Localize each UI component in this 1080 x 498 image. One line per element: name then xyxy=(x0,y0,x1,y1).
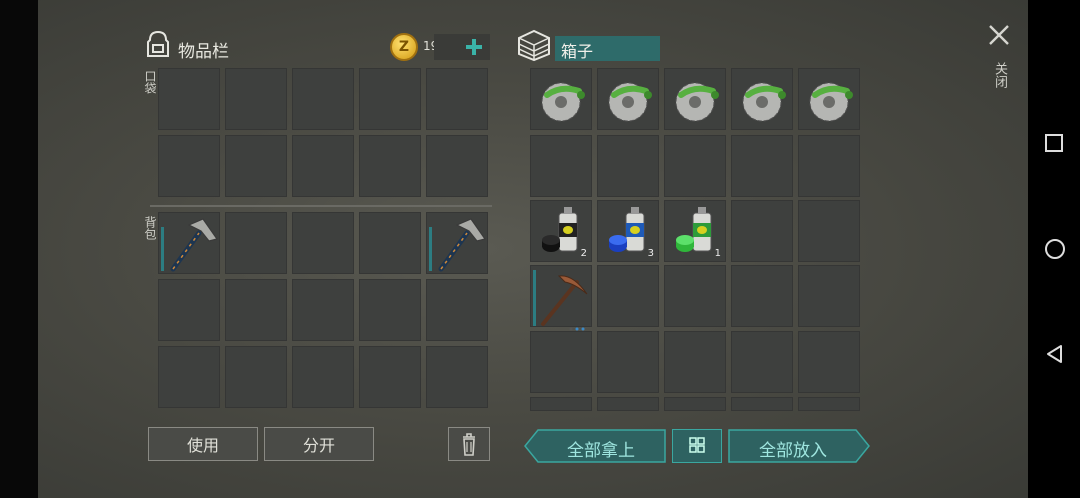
divider xyxy=(150,205,492,207)
chest-slot[interactable] xyxy=(731,135,793,197)
pocket-slot[interactable] xyxy=(292,68,354,130)
chest-slot-saw-blade[interactable] xyxy=(664,68,726,130)
chest-slot[interactable] xyxy=(597,265,659,327)
backpack-slot[interactable] xyxy=(426,279,488,341)
pocket-slot[interactable] xyxy=(158,68,220,130)
chest-slot[interactable] xyxy=(798,265,860,327)
pocket-slot[interactable] xyxy=(359,68,421,130)
coin-icon: Z xyxy=(390,33,418,61)
chest-slot[interactable] xyxy=(664,397,726,411)
close-label[interactable]: 关闭 xyxy=(990,62,1009,88)
take-all-button[interactable]: 全部拿上 xyxy=(524,429,666,463)
chest-slot[interactable] xyxy=(798,135,860,197)
pocket-slot[interactable] xyxy=(426,68,488,130)
close-icon[interactable] xyxy=(986,22,1012,48)
backpack-slot[interactable] xyxy=(359,346,421,408)
chest-slot[interactable] xyxy=(798,331,860,393)
pocket-slot[interactable] xyxy=(426,135,488,197)
grid-sort-icon[interactable] xyxy=(672,429,722,463)
chest-slot[interactable] xyxy=(597,135,659,197)
saw-blade-icon xyxy=(809,82,853,122)
chest-icon xyxy=(516,28,552,62)
chest-slot-green-paint[interactable]: 1 xyxy=(664,200,726,262)
item-count: 3 xyxy=(647,248,654,259)
pocket-slot[interactable] xyxy=(158,135,220,197)
backpack-slot[interactable] xyxy=(426,346,488,408)
chest-slot[interactable] xyxy=(664,135,726,197)
pocket-slot[interactable] xyxy=(225,135,287,197)
chest-slot[interactable] xyxy=(530,135,592,197)
backpack-slot[interactable] xyxy=(225,212,287,274)
chest-slot-saw-blade[interactable] xyxy=(530,68,592,130)
take-all-label: 全部拿上 xyxy=(567,441,635,461)
chest-slot[interactable] xyxy=(731,397,793,411)
chest-slot[interactable] xyxy=(664,265,726,327)
pocket-slot[interactable] xyxy=(225,68,287,130)
saw-blade-icon xyxy=(608,82,652,122)
hatchet-icon xyxy=(170,218,218,272)
chest-slot[interactable] xyxy=(530,331,592,393)
backpack-slot[interactable] xyxy=(225,346,287,408)
backpack-icon xyxy=(142,28,174,60)
backpack-slot[interactable] xyxy=(292,346,354,408)
backpack-slot-hatchet[interactable] xyxy=(158,212,220,274)
backpack-slot[interactable] xyxy=(292,279,354,341)
put-all-button[interactable]: 全部放入 xyxy=(728,429,870,463)
backpack-slot[interactable] xyxy=(158,279,220,341)
chest-slot[interactable] xyxy=(731,331,793,393)
trash-icon[interactable] xyxy=(448,427,490,461)
system-nav-bar xyxy=(1028,0,1080,498)
backpack-slot[interactable] xyxy=(359,212,421,274)
item-count: 1 xyxy=(714,248,721,259)
saw-blade-icon xyxy=(675,82,719,122)
backpack-slot[interactable] xyxy=(359,279,421,341)
backpack-slot[interactable] xyxy=(225,279,287,341)
circle-nav-icon[interactable] xyxy=(1044,238,1066,264)
chest-slot-saw-blade[interactable] xyxy=(798,68,860,130)
back-triangle-nav-icon[interactable] xyxy=(1044,343,1066,369)
chest-slot[interactable] xyxy=(798,397,860,411)
chest-slot[interactable] xyxy=(731,265,793,327)
backpack-label: 背包 xyxy=(143,216,157,240)
chest-slot[interactable] xyxy=(664,331,726,393)
ammo-dots xyxy=(569,316,585,331)
chest-slot[interactable] xyxy=(798,200,860,262)
chest-title-field[interactable]: 箱子 xyxy=(555,36,660,61)
pocket-slot[interactable] xyxy=(292,135,354,197)
split-button[interactable]: 分开 xyxy=(264,427,374,461)
add-coins-plus-icon[interactable] xyxy=(434,34,490,60)
item-count: 2 xyxy=(580,248,587,259)
chest-slot-blue-paint[interactable]: 3 xyxy=(597,200,659,262)
use-button[interactable]: 使用 xyxy=(148,427,258,461)
chest-slot-pickaxe[interactable] xyxy=(530,265,592,331)
chest-title: 箱子 xyxy=(561,42,594,61)
put-all-label: 全部放入 xyxy=(759,441,827,461)
chest-slot[interactable] xyxy=(731,200,793,262)
left-bezel xyxy=(0,0,38,498)
hatchet-icon xyxy=(438,218,486,272)
chest-slot[interactable] xyxy=(530,397,592,411)
pocket-slot[interactable] xyxy=(359,135,421,197)
inventory-title: 物品栏 xyxy=(178,42,229,62)
saw-blade-icon xyxy=(541,82,585,122)
backpack-slot-hatchet[interactable] xyxy=(426,212,488,274)
pocket-label: 口袋 xyxy=(143,70,157,94)
saw-blade-icon xyxy=(742,82,786,122)
backpack-slot[interactable] xyxy=(158,346,220,408)
square-nav-icon[interactable] xyxy=(1044,133,1064,157)
chest-slot-saw-blade[interactable] xyxy=(597,68,659,130)
backpack-slot[interactable] xyxy=(292,212,354,274)
chest-slot[interactable] xyxy=(597,397,659,411)
chest-slot-black-paint[interactable]: 2 xyxy=(530,200,592,262)
chest-slot-saw-blade[interactable] xyxy=(731,68,793,130)
game-panel: 物品栏 Z 19 口袋 背包 使用 分开 箱子 2 3 1 全部拿上 全部放入 … xyxy=(38,0,1028,498)
chest-slot[interactable] xyxy=(597,331,659,393)
